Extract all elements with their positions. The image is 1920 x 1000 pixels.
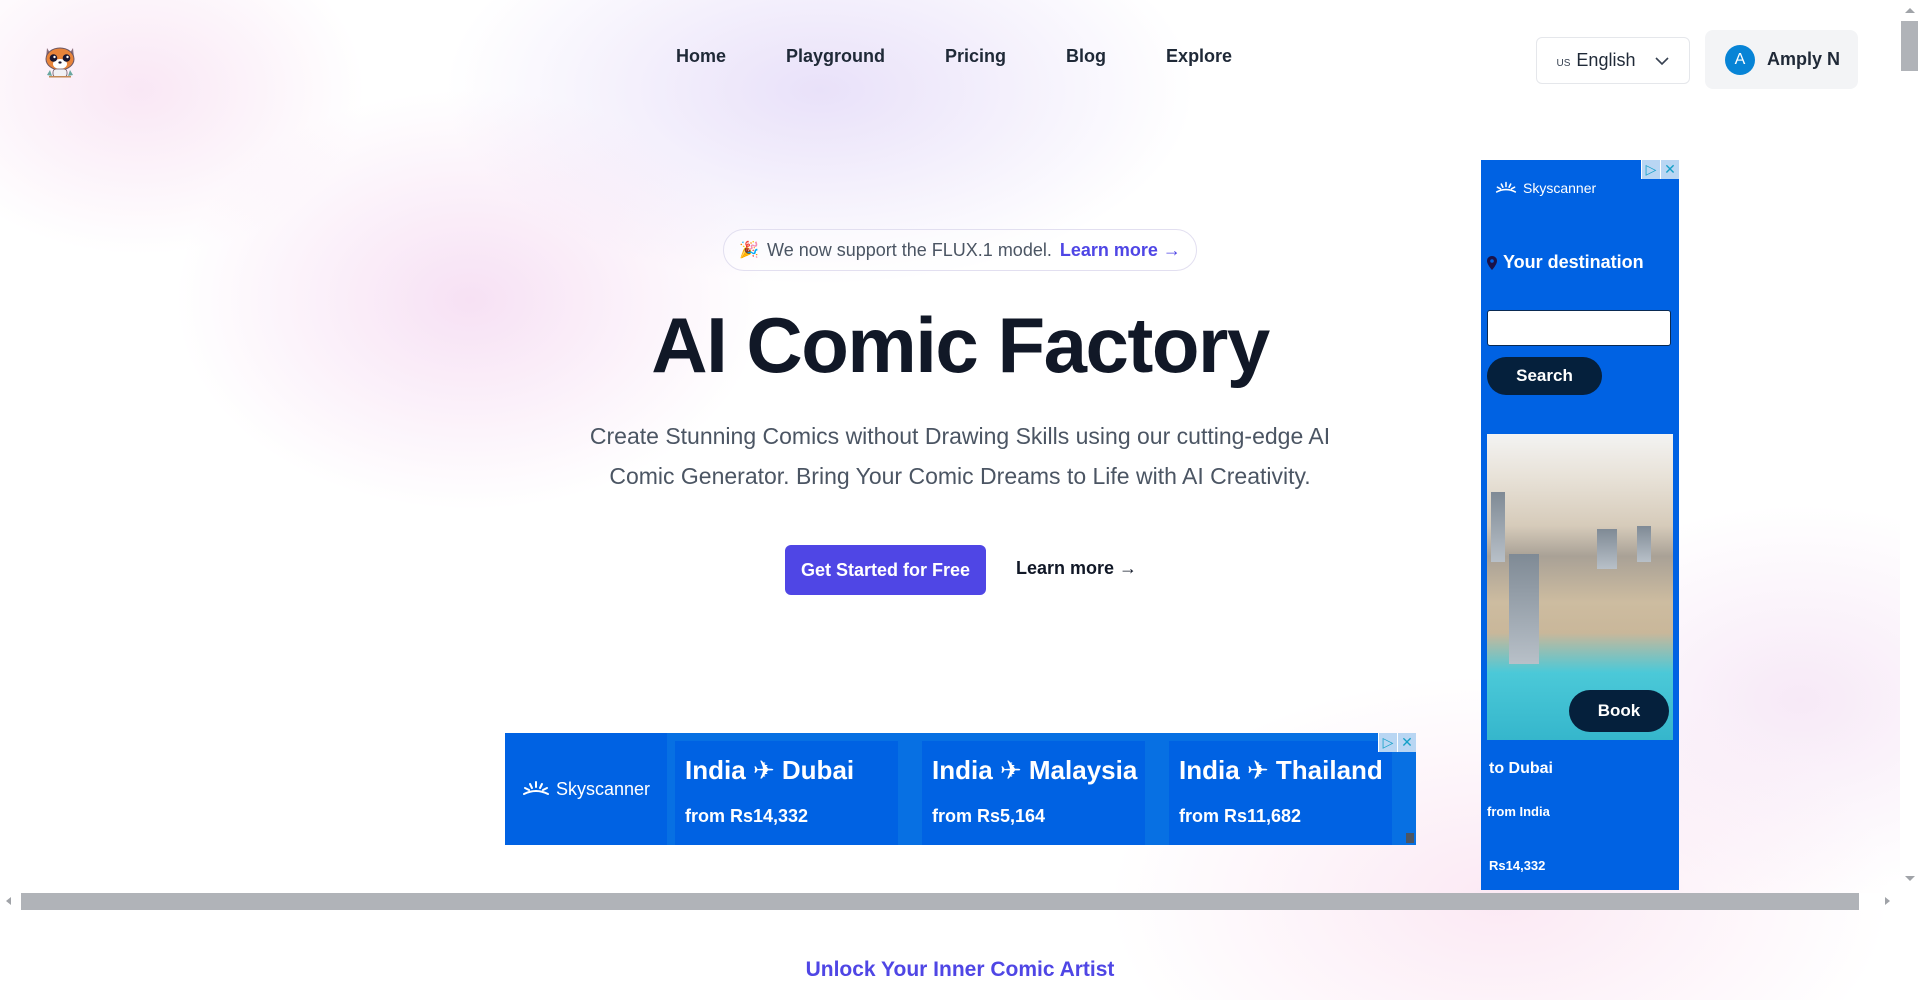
main-nav: Home Playground Pricing Blog Explore	[676, 46, 1232, 67]
ad-card-price: from Rs5,164	[932, 806, 1046, 826]
side-ad-price: Rs14,332	[1489, 858, 1546, 873]
destination-label-text: Your destination	[1503, 252, 1644, 272]
user-menu-button[interactable]: A Amply N	[1705, 30, 1858, 89]
ad-card-thailand[interactable]: India ✈ Thailand from Rs11,682	[1169, 741, 1392, 845]
announcement-learn-more-link[interactable]: Learn more →	[1060, 240, 1181, 261]
side-ad-book-button[interactable]: Book	[1569, 690, 1669, 732]
nav-blog[interactable]: Blog	[1066, 46, 1106, 67]
scroll-right-arrow-icon[interactable]	[1885, 897, 1890, 905]
close-ad-icon[interactable]: ✕	[1397, 733, 1416, 752]
vertical-scrollbar[interactable]	[1900, 0, 1920, 1000]
ad-card-price: from Rs14,332	[685, 806, 809, 826]
learn-more-link[interactable]: Learn more →	[1016, 558, 1137, 579]
ad-brand: Skyscanner	[505, 733, 667, 845]
adchoices-icon[interactable]: ▷	[1378, 733, 1397, 752]
skyscanner-sunrise-icon	[522, 781, 549, 795]
vertical-scrollbar-thumb[interactable]	[1901, 21, 1918, 71]
user-name: Amply N	[1767, 49, 1841, 69]
destination-input[interactable]	[1487, 310, 1671, 346]
horizontal-scrollbar-thumb[interactable]	[21, 893, 1859, 910]
language-select[interactable]: US English	[1536, 37, 1690, 84]
side-ad-brand-name: Skyscanner	[1523, 180, 1597, 196]
party-popper-icon: 🎉	[739, 242, 760, 259]
map-pin-icon	[1487, 255, 1497, 270]
avatar: A	[1725, 44, 1755, 75]
announcement-pill: 🎉 We now support the FLUX.1 model. Learn…	[723, 229, 1197, 271]
page: Home Playground Pricing Blog Explore US …	[0, 0, 1900, 1000]
chevron-down-icon	[1655, 56, 1670, 65]
ad-card-route: India ✈ Dubai	[685, 755, 855, 785]
skyscanner-banner-ad[interactable]: Skyscanner India ✈ Dubai from Rs14,332 I…	[505, 733, 1416, 845]
adchoices-icon[interactable]: ▷	[1641, 160, 1660, 179]
ad-choices: ▷ ✕	[1378, 733, 1416, 752]
side-ad-destination: to Dubai	[1489, 760, 1553, 777]
nav-explore[interactable]: Explore	[1166, 46, 1232, 67]
scroll-left-arrow-icon[interactable]	[6, 897, 11, 905]
ad-card-price: from Rs11,682	[1179, 806, 1302, 826]
scroll-up-arrow-icon[interactable]	[1905, 8, 1915, 13]
ad-card-route: India ✈ Malaysia	[932, 755, 1138, 785]
close-ad-icon[interactable]: ✕	[1660, 160, 1679, 179]
hero-subtitle: Create Stunning Comics without Drawing S…	[589, 423, 1331, 489]
scroll-down-arrow-icon[interactable]	[1905, 876, 1915, 881]
skyscanner-side-ad[interactable]: Skyscanner Your destination Search Book …	[1481, 160, 1679, 890]
ad-card-malaysia[interactable]: India ✈ Malaysia from Rs5,164	[922, 741, 1145, 845]
nav-playground[interactable]: Playground	[786, 46, 885, 67]
section-kicker: Unlock Your Inner Comic Artist	[805, 958, 1115, 981]
destination-label: Your destination	[1487, 252, 1644, 273]
ad-corner-marker	[1406, 833, 1414, 843]
ad-card-dubai[interactable]: India ✈ Dubai from Rs14,332	[675, 741, 898, 845]
horizontal-scrollbar[interactable]	[0, 893, 1900, 910]
announcement-text: We now support the FLUX.1 model.	[767, 239, 1052, 260]
ad-card-route: India ✈ Thailand	[1179, 755, 1383, 785]
side-ad-origin: from India	[1487, 804, 1550, 819]
fox-mascot-icon	[45, 47, 75, 78]
site-logo[interactable]	[40, 40, 80, 80]
ad-brand-name: Skyscanner	[555, 778, 651, 799]
nav-pricing[interactable]: Pricing	[945, 46, 1006, 67]
language-label: English	[1576, 50, 1636, 70]
get-started-button[interactable]: Get Started for Free	[785, 545, 986, 595]
side-ad-choices: ▷ ✕	[1641, 160, 1679, 179]
side-ad-brand: Skyscanner	[1495, 180, 1596, 196]
side-ad-search-button[interactable]: Search	[1487, 357, 1602, 395]
nav-home[interactable]: Home	[676, 46, 726, 67]
flag-us-icon: US	[1556, 52, 1571, 69]
skyscanner-sunrise-icon	[1495, 181, 1517, 193]
